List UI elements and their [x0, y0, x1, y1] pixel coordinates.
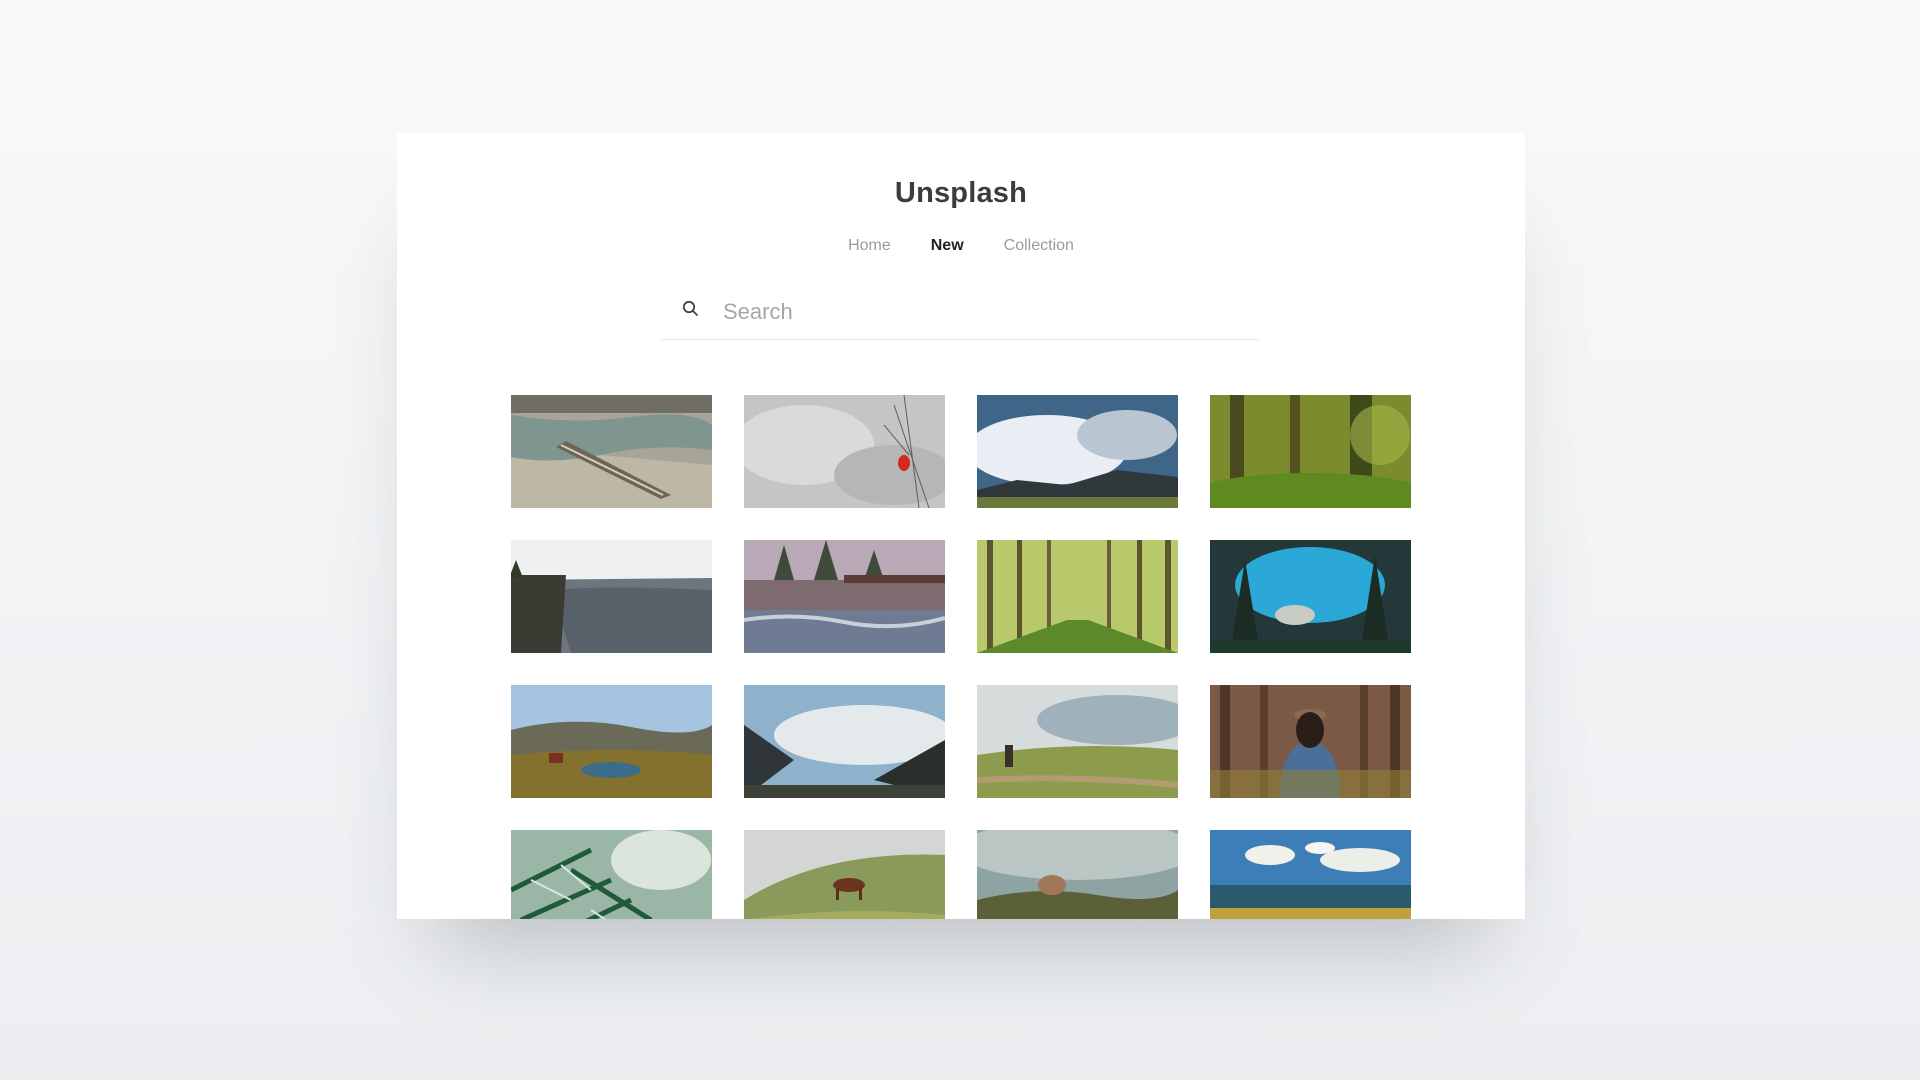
photo-thumbnail[interactable]	[1210, 395, 1411, 508]
photo-thumbnail[interactable]	[511, 685, 712, 798]
photo-thumbnail[interactable]	[977, 830, 1178, 919]
nav-collection[interactable]: Collection	[1004, 237, 1074, 255]
nav-home[interactable]: Home	[848, 237, 891, 255]
photo-thumbnail[interactable]	[1210, 540, 1411, 653]
search-icon	[682, 300, 698, 316]
photo-thumbnail[interactable]	[977, 685, 1178, 798]
app-title: Unsplash	[894, 177, 1028, 209]
photo-thumbnail[interactable]	[511, 830, 712, 919]
photo-thumbnail[interactable]	[744, 395, 945, 508]
photo-thumbnail[interactable]	[744, 685, 945, 798]
photo-thumbnail[interactable]	[744, 540, 945, 653]
search-bar	[661, 283, 1259, 340]
photo-thumbnail[interactable]	[977, 395, 1178, 508]
photo-thumbnail[interactable]	[511, 395, 712, 508]
photo-thumbnail[interactable]	[744, 830, 945, 919]
photo-grid	[511, 395, 1411, 919]
photo-thumbnail[interactable]	[511, 540, 712, 653]
photo-thumbnail[interactable]	[977, 540, 1178, 653]
photo-thumbnail[interactable]	[1210, 830, 1411, 919]
main-nav: Home New Collection	[397, 237, 1525, 255]
photo-thumbnail[interactable]	[1210, 685, 1411, 798]
search-input[interactable]	[721, 293, 1245, 331]
nav-new[interactable]: New	[931, 237, 964, 255]
main-card: Unsplash Home New Collection	[397, 133, 1525, 919]
